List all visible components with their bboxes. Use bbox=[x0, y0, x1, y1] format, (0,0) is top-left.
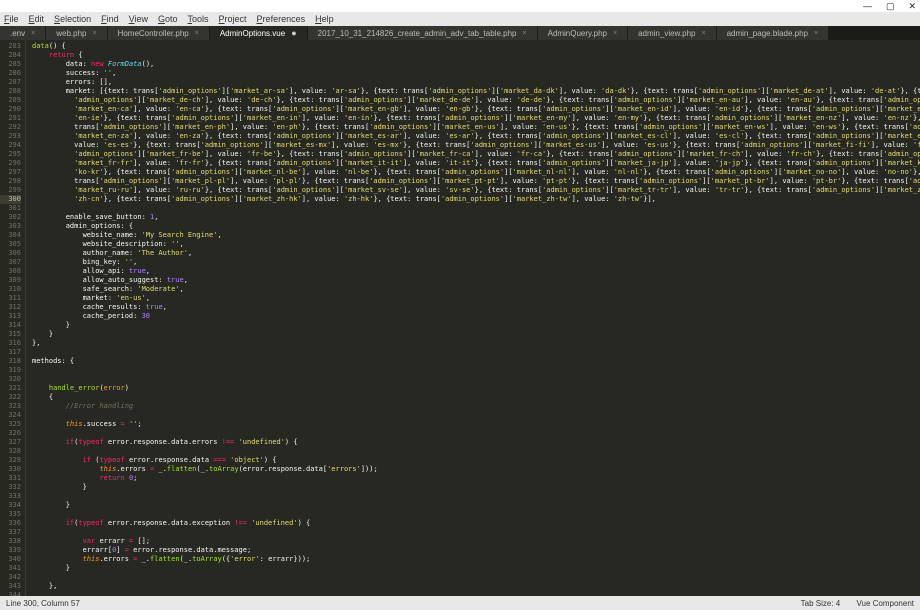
window-titlebar: — ▢ ✕ bbox=[0, 0, 920, 12]
menu-selection[interactable]: Selection bbox=[54, 14, 91, 24]
menu-find[interactable]: Find bbox=[101, 14, 119, 24]
tab-admin-page-blade-php[interactable]: admin_page.blade.php× bbox=[717, 26, 830, 40]
menu-file[interactable]: File bbox=[4, 14, 19, 24]
tab-admin-view-php[interactable]: admin_view.php× bbox=[628, 26, 716, 40]
close-tab-icon[interactable]: × bbox=[522, 30, 526, 37]
tab-web-php[interactable]: web.php× bbox=[46, 26, 107, 40]
window-maximize[interactable]: ▢ bbox=[886, 1, 895, 12]
editor-tabs: .env×web.php×HomeController.php×AdminOpt… bbox=[0, 26, 920, 40]
tab-adminquery-php[interactable]: AdminQuery.php× bbox=[538, 26, 629, 40]
code-editor[interactable]: data() { return { data: new FormData(), … bbox=[26, 40, 920, 596]
menu-view[interactable]: View bbox=[129, 14, 148, 24]
tab-2017-10-31-214826-create-admin-adv-tab-table-php[interactable]: 2017_10_31_214826_create_admin_adv_tab_t… bbox=[308, 26, 538, 40]
menu-preferences[interactable]: Preferences bbox=[257, 14, 306, 24]
dirty-indicator-icon[interactable]: ● bbox=[291, 28, 296, 38]
menu-tools[interactable]: Tools bbox=[188, 14, 209, 24]
menu-bar: File Edit Selection Find View Goto Tools Projec… bbox=[0, 12, 920, 26]
close-tab-icon[interactable]: × bbox=[92, 30, 96, 37]
close-tab-icon[interactable]: × bbox=[814, 30, 818, 37]
menu-goto[interactable]: Goto bbox=[158, 14, 178, 24]
window-minimize[interactable]: — bbox=[863, 1, 872, 11]
tab--env[interactable]: .env× bbox=[0, 26, 46, 40]
menu-project[interactable]: Project bbox=[219, 14, 247, 24]
close-tab-icon[interactable]: × bbox=[613, 30, 617, 37]
close-tab-icon[interactable]: × bbox=[31, 30, 35, 37]
status-tab-size[interactable]: Tab Size: 4 bbox=[801, 599, 841, 608]
tab-homecontroller-php[interactable]: HomeController.php× bbox=[108, 26, 210, 40]
status-bar: Line 300, Column 57 Tab Size: 4 Vue Comp… bbox=[0, 596, 920, 610]
close-tab-icon[interactable]: × bbox=[701, 30, 705, 37]
status-cursor-position[interactable]: Line 300, Column 57 bbox=[6, 599, 80, 608]
menu-help[interactable]: Help bbox=[315, 14, 334, 24]
tab-adminoptions-vue[interactable]: AdminOptions.vue● bbox=[210, 26, 308, 40]
line-number-gutter: 2832842852862872882892902912922932942952… bbox=[0, 40, 26, 596]
menu-edit[interactable]: Edit bbox=[29, 14, 45, 24]
close-tab-icon[interactable]: × bbox=[195, 30, 199, 37]
window-close[interactable]: ✕ bbox=[908, 1, 916, 12]
status-language[interactable]: Vue Component bbox=[856, 599, 914, 608]
